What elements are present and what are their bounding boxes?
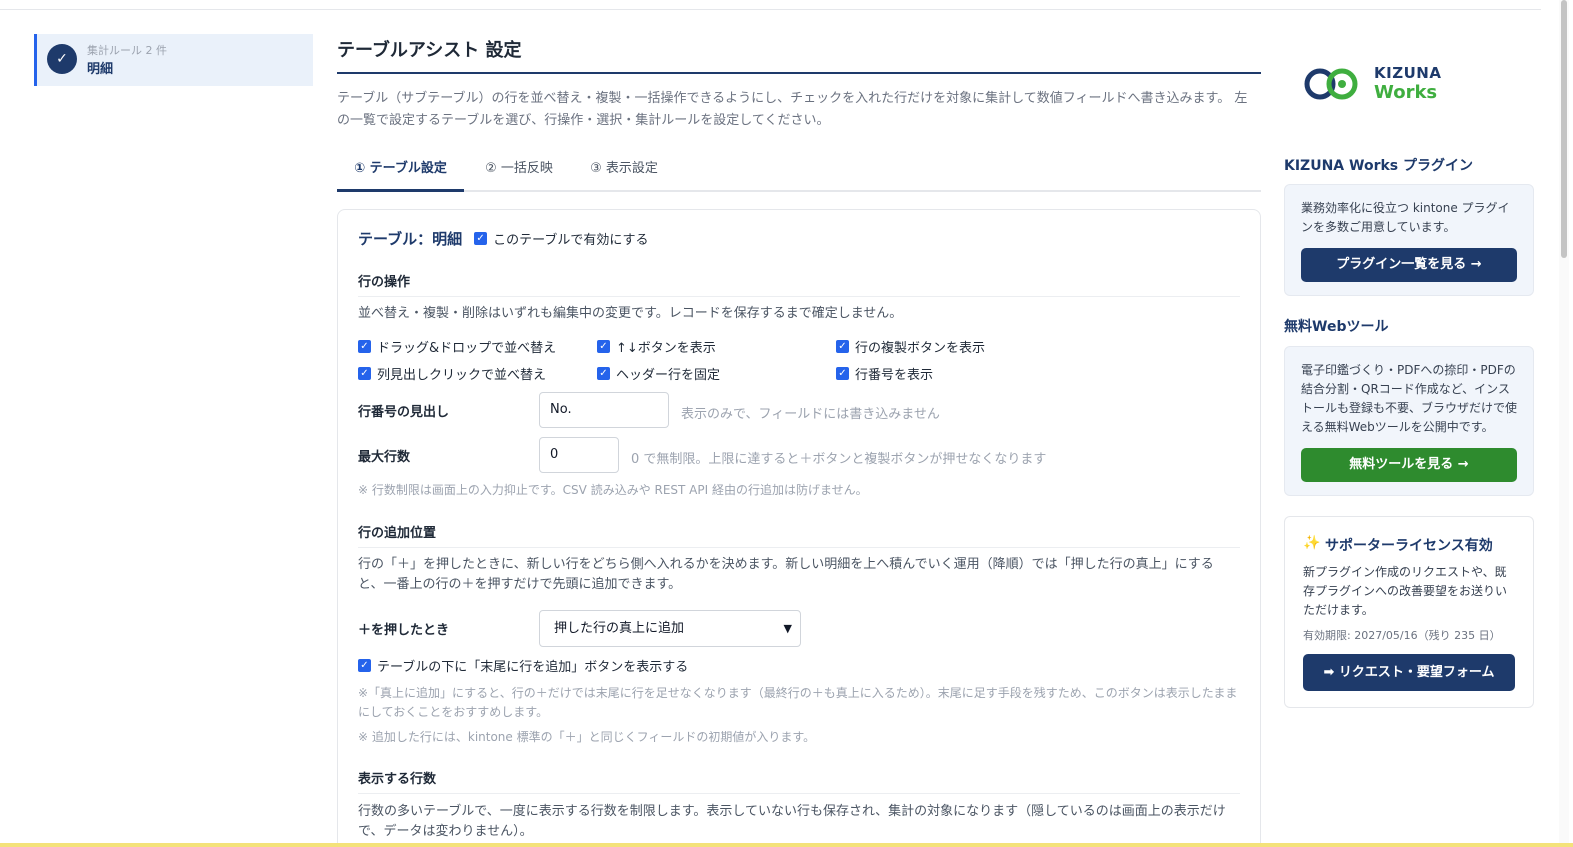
checkbox-icon: ✓ [358, 367, 371, 380]
page-description: テーブル（サブテーブル）の行を並べ替え・複製・一括操作できるようにし、チェックを… [337, 91, 1248, 128]
option-label: 列見出しクリックで並べ替え [377, 368, 547, 383]
option-label: ヘッダー行を固定 [616, 368, 721, 383]
visible-rows-text: 行数の多いテーブルで、一度に表示する行数を制限します。表示していない行も保存され… [358, 804, 1226, 839]
bottom-edge [0, 843, 1573, 847]
title-divider [337, 72, 1261, 74]
card-header: テーブル：明細 ✓ このテーブルで有効にする [358, 228, 648, 249]
checkbox-icon: ✓ [597, 340, 610, 353]
logo-text-kizuna: KIZUNA [1374, 64, 1442, 82]
select-value: 押した行の真上に追加 [554, 621, 685, 636]
option-label: 行番号を表示 [855, 368, 934, 383]
option-arrow-buttons[interactable]: ✓ ↑↓ボタンを表示 [597, 337, 716, 356]
max-rows-input[interactable]: 0 [539, 437, 619, 473]
section-divider [358, 296, 1240, 297]
add-position-note-2: ※ 追加した行には、kintone 標準の「＋」と同じくフィールドの初期値が入り… [358, 730, 816, 744]
option-label: ↑↓ボタンを表示 [616, 341, 716, 356]
sparkle-icon: ✨ [1303, 535, 1321, 551]
supporter-license-box: ✨ サポーターライセンス有効 新プラグイン作成のリクエストや、既存プラグインへの… [1284, 516, 1534, 708]
request-form-button[interactable]: ➡ リクエスト・要望フォーム [1303, 654, 1515, 691]
scrollbar-thumb[interactable] [1561, 0, 1567, 258]
checkbox-icon: ✓ [358, 659, 371, 672]
tab-bar: ① テーブル設定 ② 一括反映 ③ 表示設定 [337, 150, 1261, 192]
rule-name: 明細 [87, 62, 114, 77]
option-label: 行の複製ボタンを表示 [855, 341, 986, 356]
rule-count: 集計ルール 2 件 [87, 44, 167, 57]
page-title: テーブルアシスト 設定 [337, 40, 522, 61]
plugins-text: 業務効率化に役立つ kintone プラグインを多数ご用意しています。 [1301, 201, 1510, 234]
add-position-title: 行の追加位置 [358, 526, 437, 541]
checkbox-icon: ✓ [836, 367, 849, 380]
checkbox-icon: ✓ [474, 232, 488, 245]
tab-table-settings[interactable]: ① テーブル設定 [337, 150, 464, 192]
row-ops-title: 行の操作 [358, 275, 411, 290]
kizuna-works-logo[interactable]: KIZUNA Works [1304, 62, 1454, 106]
row-number-heading-input[interactable]: No. [539, 392, 669, 428]
tools-heading: 無料Webツール [1284, 319, 1389, 335]
tab-display-settings[interactable]: ③ 表示設定 [579, 150, 669, 192]
option-sticky-header[interactable]: ✓ ヘッダー行を固定 [597, 364, 720, 383]
max-rows-label: 最大行数 [358, 450, 411, 465]
table-settings-card: テーブル：明細 ✓ このテーブルで有効にする 行の操作 並べ替え・複製・削除はい… [337, 209, 1261, 847]
max-rows-note: ※ 行数制限は画面上の入力抑止です。CSV 読み込みや REST API 経由の… [358, 483, 868, 497]
supporter-expiry: 有効期限: 2027/05/16（残り 235 日） [1303, 629, 1501, 642]
plugins-box: 業務効率化に役立つ kintone プラグインを多数ご用意しています。 プラグイ… [1284, 184, 1534, 296]
checkbox-icon: ✓ [836, 340, 849, 353]
option-header-sort[interactable]: ✓ 列見出しクリックで並べ替え [358, 364, 546, 383]
sidebar-item-meisai[interactable]: ✓ 集計ルール 2 件 明細 [34, 34, 313, 86]
enable-table-checkbox[interactable]: ✓ このテーブルで有効にする [474, 229, 648, 248]
option-drag-drop[interactable]: ✓ ドラッグ&ドロップで並べ替え [358, 337, 556, 356]
supporter-text: 新プラグイン作成のリクエストや、既存プラグインへの改善要望をお送りいただけます。 [1303, 565, 1508, 617]
plugins-heading: KIZUNA Works プラグイン [1284, 158, 1473, 174]
section-divider [358, 793, 1240, 794]
chevron-down-icon: ▼ [783, 622, 792, 635]
add-position-select[interactable]: 押した行の真上に追加 ▼ [539, 610, 801, 647]
tools-text: 電子印鑑づくり・PDFへの捺印・PDFの結合分割・QRコード作成など、インストー… [1301, 363, 1518, 434]
option-duplicate-button[interactable]: ✓ 行の複製ボタンを表示 [836, 337, 985, 356]
table-label: テーブル：明細 [358, 230, 463, 248]
supporter-title: サポーターライセンス有効 [1325, 538, 1493, 554]
add-position-text: 行の「＋」を押したときに、新しい行をどちら側へ入れるかを決めます。新しい明細を上… [358, 557, 1214, 592]
visible-rows-title: 表示する行数 [358, 772, 437, 787]
checkbox-icon: ✓ [597, 367, 610, 380]
check-icon: ✓ [47, 44, 77, 74]
add-position-note-1: ※「真上に追加」にすると、行の＋だけでは末尾に行を足せなくなります（最終行の＋も… [358, 686, 1238, 719]
vertical-scrollbar[interactable] [1559, 0, 1569, 843]
footer-add-button-checkbox[interactable]: ✓ テーブルの下に「末尾に行を追加」ボタンを表示する [358, 656, 688, 675]
checkbox-icon: ✓ [358, 340, 371, 353]
row-ops-text: 並べ替え・複製・削除はいずれも編集中の変更です。レコードを保存するまで確定しませ… [358, 306, 903, 321]
row-number-heading-hint: 表示のみで、フィールドには書き込みません [681, 407, 940, 422]
max-rows-hint: 0 で無制限。上限に達すると＋ボタンと複製ボタンが押せなくなります [631, 452, 1047, 467]
row-number-heading-label: 行番号の見出し [358, 405, 450, 420]
enable-table-label: このテーブルで有効にする [493, 233, 649, 248]
option-label: ドラッグ&ドロップで並べ替え [377, 341, 557, 356]
add-position-select-label: ＋を押したとき [358, 623, 450, 638]
tools-box: 電子印鑑づくり・PDFへの捺印・PDFの結合分割・QRコード作成など、インストー… [1284, 346, 1534, 496]
option-row-numbers[interactable]: ✓ 行番号を表示 [836, 364, 933, 383]
section-divider [358, 547, 1240, 548]
top-border [0, 0, 1541, 10]
free-tools-button[interactable]: 無料ツールを見る → [1301, 448, 1517, 482]
footer-add-button-label: テーブルの下に「末尾に行を追加」ボタンを表示する [377, 660, 689, 675]
plugin-list-button[interactable]: プラグイン一覧を見る → [1301, 248, 1517, 282]
tab-bulk-apply[interactable]: ② 一括反映 [471, 150, 567, 192]
logo-text-works: Works [1374, 82, 1438, 103]
